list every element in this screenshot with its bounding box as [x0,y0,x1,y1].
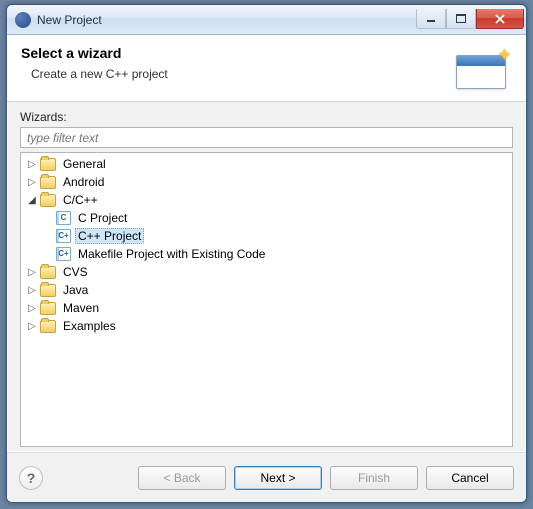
tree-label: C/C++ [60,192,101,208]
tree-label: Maven [60,300,102,316]
tree-label: General [60,156,109,172]
tree-label: Makefile Project with Existing Code [75,246,268,262]
makefile-project-icon: C+ [56,247,71,261]
folder-icon [40,320,56,333]
window-title: New Project [37,13,102,27]
wizards-label: Wizards: [20,110,513,124]
window-controls [416,10,526,29]
tree-item-cpp-project[interactable]: ▷ C+ C++ Project [21,227,512,245]
chevron-right-icon: ▷ [25,301,39,315]
close-icon [494,14,506,24]
tree-item-makefile-project[interactable]: ▷ C+ Makefile Project with Existing Code [21,245,512,263]
chevron-right-icon: ▷ [25,283,39,297]
minimize-button[interactable] [416,9,446,29]
tree-item-examples[interactable]: ▷ Examples [21,317,512,335]
chevron-right-icon: ▷ [25,265,39,279]
tree-label: Android [60,174,107,190]
dialog-new-project: New Project Select a wizard Create a new… [6,4,527,503]
back-button[interactable]: < Back [138,466,226,490]
content-area: Wizards: ▷ General ▷ [7,102,526,452]
tree-label: Java [60,282,91,298]
filter-input[interactable] [20,127,513,148]
folder-icon [40,158,56,171]
tree-label: C Project [75,210,130,226]
chevron-right-icon: ▷ [25,157,39,171]
tree-item-ccpp[interactable]: ◢ C/C++ [21,191,512,209]
banner-image: ✦ [448,45,514,91]
maximize-icon [456,14,466,23]
tree-item-android[interactable]: ▷ Android [21,173,512,191]
button-bar: ? < Back Next > Finish Cancel [7,452,526,502]
tree-item-java[interactable]: ▷ Java [21,281,512,299]
tree-label: CVS [60,264,91,280]
c-project-icon: C [56,211,71,225]
banner: Select a wizard Create a new C++ project… [7,35,526,102]
star-icon: ✦ [497,45,512,66]
banner-subtext: Create a new C++ project [31,67,440,81]
tree-label: Examples [60,318,119,334]
cancel-button[interactable]: Cancel [426,466,514,490]
folder-icon [40,176,56,189]
cpp-project-icon: C+ [56,229,71,243]
titlebar[interactable]: New Project [7,5,526,35]
tree-item-c-project[interactable]: ▷ C C Project [21,209,512,227]
minimize-icon [426,15,436,23]
finish-button[interactable]: Finish [330,466,418,490]
folder-icon [40,194,56,207]
banner-heading: Select a wizard [21,45,440,61]
chevron-right-icon: ▷ [25,319,39,333]
tree-item-maven[interactable]: ▷ Maven [21,299,512,317]
chevron-right-icon: ▷ [25,175,39,189]
folder-icon [40,302,56,315]
folder-icon [40,284,56,297]
chevron-down-icon: ◢ [25,193,39,207]
tree-label: C++ Project [75,228,144,244]
wizard-tree[interactable]: ▷ General ▷ Android [20,152,513,447]
folder-icon [40,266,56,279]
tree-item-cvs[interactable]: ▷ CVS [21,263,512,281]
maximize-button[interactable] [446,9,476,29]
close-button[interactable] [476,9,524,29]
help-button[interactable]: ? [19,466,43,490]
app-icon [15,12,31,28]
help-icon: ? [27,470,36,486]
next-button[interactable]: Next > [234,466,322,490]
tree-item-general[interactable]: ▷ General [21,155,512,173]
